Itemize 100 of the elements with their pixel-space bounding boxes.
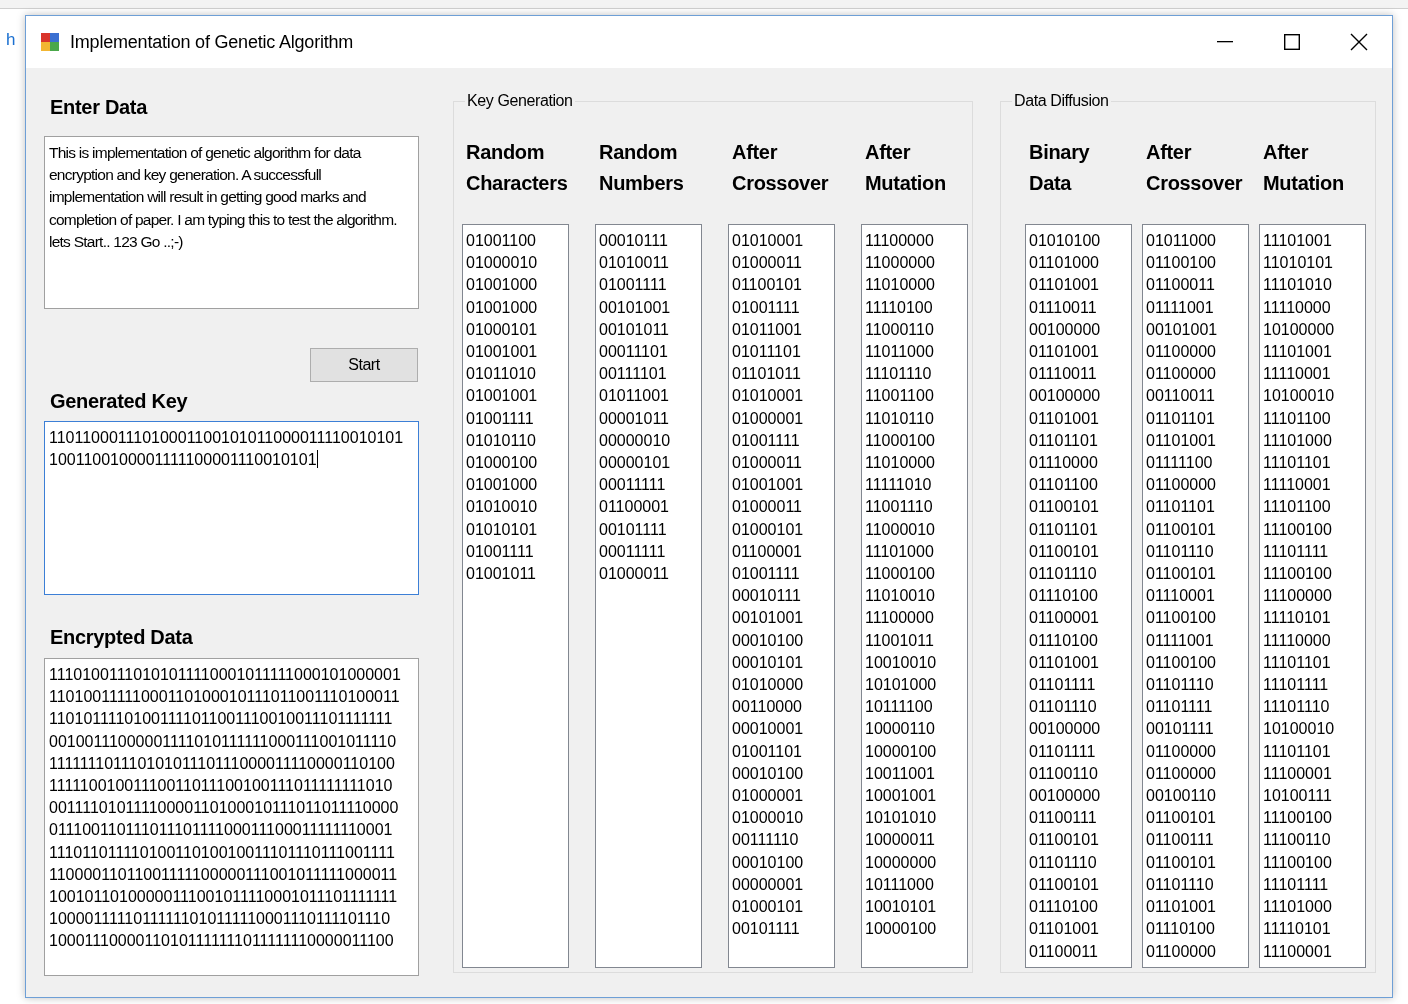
list-item[interactable]: 01100101 [732, 274, 802, 297]
list-item[interactable]: 00010101 [732, 651, 804, 675]
list-item[interactable]: 00110011 [1146, 385, 1215, 408]
list-item[interactable]: 01011010 [466, 363, 536, 386]
list-item[interactable]: 01111001 [1146, 296, 1214, 319]
list-item[interactable]: 01011001 [599, 385, 669, 408]
list-item[interactable]: 11010101 [1263, 252, 1333, 275]
list-item[interactable]: 01001000 [466, 474, 538, 497]
list-box[interactable]: 01001100 01000010 01001000 01001000 01000101 01001001 01011010 01001001 01001111 01010110 01000100 01001000 01010010 01010101 01001111 01001011 [462, 224, 569, 968]
list-item[interactable]: 11101110 [865, 363, 932, 386]
list-item[interactable]: 11101111 [1263, 540, 1329, 564]
list-item[interactable]: 01011000 [1146, 230, 1216, 253]
list-item[interactable]: 01001111 [732, 429, 800, 453]
list-item[interactable]: 11110001 [1263, 474, 1331, 497]
list-item[interactable]: 01100001 [1029, 607, 1099, 630]
list-item[interactable]: 11000000 [865, 252, 935, 275]
list-item[interactable]: 01001000 [466, 274, 538, 297]
list-item[interactable]: 01100101 [1029, 540, 1099, 564]
list-item[interactable]: 01000011 [732, 252, 802, 275]
list-item[interactable]: 00000101 [599, 452, 671, 475]
list-item[interactable]: 00110000 [732, 696, 802, 719]
list-item[interactable]: 11100000 [865, 230, 934, 253]
list-item[interactable]: 01010011 [599, 252, 669, 275]
list-item[interactable]: 00000010 [599, 429, 671, 453]
list-item[interactable]: 01101101 [1146, 407, 1215, 430]
list-item[interactable]: 00011101 [599, 341, 668, 364]
list-item[interactable]: 11100110 [1263, 829, 1331, 852]
list-item[interactable]: 10000011 [865, 829, 935, 852]
list-item[interactable]: 00101011 [599, 318, 669, 341]
list-item[interactable]: 01101111 [1146, 696, 1213, 719]
list-item[interactable]: 01101100 [1029, 474, 1098, 497]
list-item[interactable]: 11101100 [1263, 407, 1331, 430]
list-item[interactable]: 01000011 [732, 496, 802, 519]
list-item[interactable]: 01101001 [1029, 918, 1099, 941]
list-item[interactable]: 01101000 [1029, 252, 1099, 275]
list-item[interactable]: 10010010 [865, 651, 937, 675]
list-item[interactable]: 01011101 [732, 341, 801, 364]
list-item[interactable]: 01111001 [1146, 629, 1214, 652]
list-item[interactable]: 01110100 [1029, 896, 1098, 919]
list-item[interactable]: 00101001 [599, 296, 671, 319]
list-item[interactable]: 11010110 [865, 407, 934, 430]
list-item[interactable]: 11110101 [1263, 918, 1331, 941]
list-item[interactable]: 01101110 [1029, 563, 1097, 586]
list-item[interactable]: 00010100 [732, 629, 804, 652]
list-item[interactable]: 01001001 [732, 474, 804, 497]
list-item[interactable]: 11001011 [865, 629, 934, 652]
list-item[interactable]: 10001001 [865, 785, 937, 808]
list-item[interactable]: 11101111 [1263, 674, 1329, 697]
list-item[interactable]: 01110000 [1029, 452, 1098, 475]
list-item[interactable]: 11001110 [865, 496, 933, 519]
list-item[interactable]: 11101000 [1263, 896, 1332, 919]
list-item[interactable]: 01000101 [466, 318, 538, 341]
list-item[interactable]: 01000011 [599, 563, 669, 586]
list-item[interactable]: 11111010 [865, 474, 932, 497]
list-item[interactable]: 01101110 [1029, 696, 1097, 719]
list-item[interactable]: 01100111 [1146, 829, 1214, 852]
list-item[interactable]: 00101001 [732, 607, 804, 630]
list-item[interactable]: 11101110 [1263, 696, 1330, 719]
start-button[interactable]: Start [310, 348, 418, 382]
list-item[interactable]: 01100011 [1029, 940, 1098, 963]
list-item[interactable]: 00100000 [1029, 318, 1101, 341]
list-item[interactable]: 11110101 [1263, 607, 1331, 630]
list-item[interactable]: 01100000 [1146, 940, 1216, 963]
list-item[interactable]: 01100101 [1029, 496, 1099, 519]
list-item[interactable]: 01010110 [466, 429, 536, 453]
list-item[interactable]: 11010000 [865, 274, 935, 297]
list-item[interactable]: 11011000 [865, 341, 934, 364]
list-item[interactable]: 01100101 [1146, 518, 1216, 541]
list-item[interactable]: 11000100 [865, 429, 935, 453]
list-item[interactable]: 00010001 [732, 718, 804, 741]
list-item[interactable]: 01101110 [1146, 540, 1214, 564]
list-box[interactable] [1025, 224, 1132, 968]
list-item[interactable]: 00011111 [599, 474, 666, 497]
list-item[interactable]: 01111100 [1146, 452, 1213, 475]
list-item[interactable]: 01001001 [466, 341, 538, 364]
list-item[interactable]: 01000010 [466, 252, 538, 275]
list-item[interactable]: 11101101 [1263, 651, 1331, 675]
list-item[interactable]: 11101001 [1263, 230, 1332, 253]
list-item[interactable]: 10100000 [1263, 318, 1335, 341]
list-box[interactable] [728, 224, 835, 968]
list-item[interactable]: 01100000 [1146, 762, 1216, 786]
list-item[interactable]: 00100000 [1029, 718, 1101, 741]
list-item[interactable]: 01101101 [1029, 429, 1098, 453]
list-item[interactable]: 01100101 [1029, 873, 1099, 897]
list-box[interactable] [1142, 224, 1249, 968]
list-item[interactable]: 00000001 [732, 873, 804, 897]
list-item[interactable]: 01100100 [1146, 651, 1216, 675]
list-item[interactable]: 00100000 [1029, 385, 1101, 408]
output-field[interactable]: 11101001110101011110001011111000101000001 11010011111000110100010111011001110100011 11010111101001111011001110010011101111111 00100111000001111010111111000111001011110 11111110111010101110111000011110000110100 11111001001110011011100100111011111111010 00111101011110000110100010111011011110000 01110011011101110111100011100011111110001 11101101111010011010010011101110111001111 11000011011001111100000111001011111000011 10010110100000111001011110001011101111111 10000111110111111010111110001110111101110 10001110000110101111111011111110000011100 [44, 658, 419, 976]
input-field[interactable]: This is implementation of genetic algorithm for data encryption and key generation. A successfull implementation will result in getting good marks and completion of paper. I am typing this to test the algorithm. lets Start.. 123 Go ..;-) [44, 136, 419, 309]
list-item[interactable]: 01101001 [1029, 274, 1099, 297]
list-item[interactable]: 01001001 [466, 385, 538, 408]
list-item[interactable]: 01101001 [1029, 651, 1099, 675]
list-item[interactable]: 01100100 [1146, 252, 1216, 275]
list-item[interactable]: 10011001 [865, 762, 935, 786]
list-item[interactable]: 10000100 [865, 918, 937, 941]
list-item[interactable]: 01100000 [1146, 740, 1216, 763]
list-item[interactable]: 01000010 [732, 807, 804, 830]
list-item[interactable]: 00101111 [599, 518, 667, 541]
list-item[interactable]: 01100001 [599, 496, 669, 519]
